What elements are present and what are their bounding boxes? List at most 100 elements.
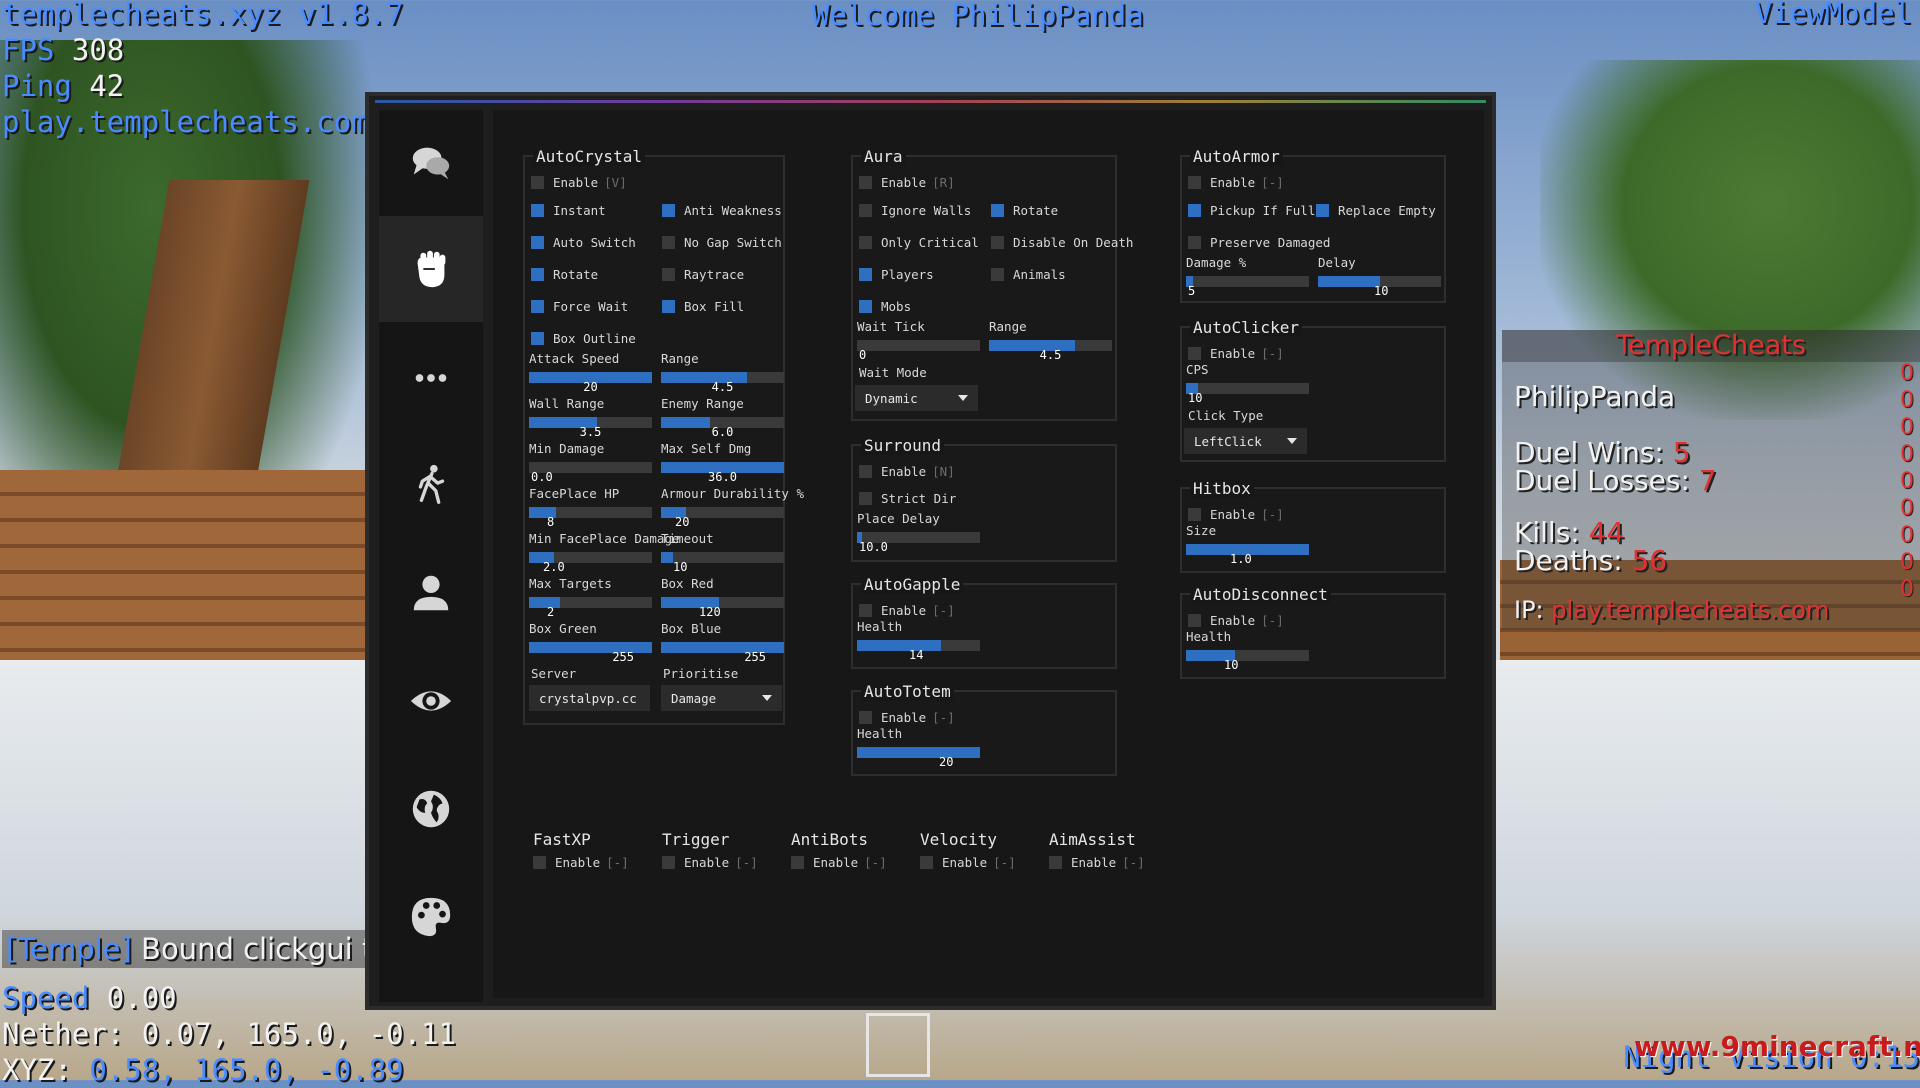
checkbox[interactable] [991,204,1004,217]
toggle-mobs[interactable]: Mobs [859,299,911,314]
toggle-enable[interactable]: Enable [R] [859,175,955,190]
toggle-force-wait[interactable]: Force Wait [531,299,628,314]
toggle-ignore-walls[interactable]: Ignore Walls [859,203,971,218]
toggle-enable[interactable]: Enable [-] [859,710,955,725]
toggle-replace-empty[interactable]: Replace Empty [1316,203,1436,218]
slider-range[interactable]: 4.5 [989,340,1112,362]
checkbox[interactable] [1316,204,1329,217]
slider-health[interactable]: 10 [1186,650,1309,672]
toggle-enable[interactable]: Enable [-] [1049,855,1145,870]
toggle-box-fill[interactable]: Box Fill [662,299,744,314]
category-client[interactable] [379,864,483,970]
slider-faceplace-hp[interactable]: 8 [529,507,652,529]
checkbox[interactable] [920,856,933,869]
checkbox[interactable] [859,268,872,281]
toggle-enable[interactable]: Enable [N] [859,464,955,479]
toggle-enable[interactable]: Enable [-] [1188,175,1284,190]
slider-max-self-dmg[interactable]: 36.0 [661,462,784,484]
checkbox[interactable] [662,268,675,281]
checkbox[interactable] [859,300,872,313]
toggle-rotate[interactable]: Rotate [531,267,598,282]
slider-health[interactable]: 14 [857,640,980,662]
toggle-enable[interactable]: Enable [V] [531,175,627,190]
toggle-auto-switch[interactable]: Auto Switch [531,235,636,250]
slider-health[interactable]: 20 [857,747,980,769]
checkbox[interactable] [991,236,1004,249]
toggle-preserve-damaged[interactable]: Preserve Damaged [1188,235,1330,250]
checkbox[interactable] [662,236,675,249]
category-player[interactable] [379,540,483,646]
keybind[interactable]: [-] [1261,613,1284,628]
slider-box-blue[interactable]: 255 [661,642,784,664]
checkbox[interactable] [1188,204,1201,217]
slider-min-damage[interactable]: 0.0 [529,462,652,484]
dropdown-click-type[interactable]: LeftClick [1184,428,1307,454]
toggle-raytrace[interactable]: Raytrace [662,267,744,282]
slider-wall-range[interactable]: 3.5 [529,417,652,439]
toggle-pickup-if-full[interactable]: Pickup If Full [1188,203,1315,218]
toggle-enable[interactable]: Enable [-] [1188,346,1284,361]
toggle-enable[interactable]: Enable [-] [662,855,758,870]
category-movement[interactable] [379,432,483,538]
keybind[interactable]: [-] [932,603,955,618]
checkbox[interactable] [531,204,544,217]
checkbox[interactable] [1188,176,1201,189]
slider-box-red[interactable]: 120 [661,597,784,619]
slider-place-delay[interactable]: 10.0 [857,532,980,554]
checkbox[interactable] [859,492,872,505]
checkbox[interactable] [531,176,544,189]
keybind[interactable]: [-] [735,855,758,870]
checkbox[interactable] [859,465,872,478]
category-misc[interactable] [379,325,483,431]
toggle-enable[interactable]: Enable [-] [859,603,955,618]
keybind[interactable]: [R] [932,175,955,190]
checkbox[interactable] [1188,614,1201,627]
checkbox[interactable] [662,204,675,217]
keybind[interactable]: [V] [604,175,627,190]
slider-size[interactable]: 1.0 [1186,544,1309,566]
checkbox[interactable] [662,300,675,313]
toggle-instant[interactable]: Instant [531,203,606,218]
toggle-only-critical[interactable]: Only Critical [859,235,979,250]
toggle-enable[interactable]: Enable [-] [920,855,1016,870]
toggle-enable[interactable]: Enable [-] [1188,613,1284,628]
checkbox[interactable] [1188,508,1201,521]
checkbox[interactable] [859,236,872,249]
toggle-anti-weakness[interactable]: Anti Weakness [662,203,782,218]
keybind[interactable]: [-] [1261,507,1284,522]
checkbox[interactable] [991,268,1004,281]
keybind[interactable]: [N] [932,464,955,479]
checkbox[interactable] [1049,856,1062,869]
keybind[interactable]: [-] [1261,175,1284,190]
checkbox[interactable] [662,856,675,869]
checkbox[interactable] [1188,236,1201,249]
checkbox[interactable] [859,711,872,724]
slider-wait-tick[interactable]: 0 [857,340,980,362]
checkbox[interactable] [859,176,872,189]
checkbox[interactable] [531,268,544,281]
dropdown-server[interactable]: crystalpvp.cc [529,685,650,711]
category-render[interactable] [379,648,483,754]
slider-attack-speed[interactable]: 20 [529,372,652,394]
slider-min-faceplace-damage[interactable]: 2.0 [529,552,652,574]
toggle-enable[interactable]: Enable [-] [1188,507,1284,522]
slider-damage-pct[interactable]: 5 [1186,276,1309,298]
slider-max-targets[interactable]: 2 [529,597,652,619]
dropdown-prioritise[interactable]: Damage [661,685,782,711]
toggle-no-gap-switch[interactable]: No Gap Switch [662,235,782,250]
keybind[interactable]: [-] [1122,855,1145,870]
category-combat[interactable] [379,216,483,322]
checkbox[interactable] [531,300,544,313]
category-world[interactable] [379,756,483,862]
keybind[interactable]: [-] [864,855,887,870]
toggle-strict-dir[interactable]: Strict Dir [859,491,956,506]
checkbox[interactable] [1188,347,1201,360]
dropdown-wait-mode[interactable]: Dynamic [855,385,978,411]
slider-range[interactable]: 4.5 [661,372,784,394]
slider-box-green[interactable]: 255 [529,642,652,664]
checkbox[interactable] [533,856,546,869]
slider-armour-durability[interactable]: 20 [661,507,784,529]
keybind[interactable]: [-] [1261,346,1284,361]
category-chat[interactable] [379,110,483,216]
keybind[interactable]: [-] [993,855,1016,870]
